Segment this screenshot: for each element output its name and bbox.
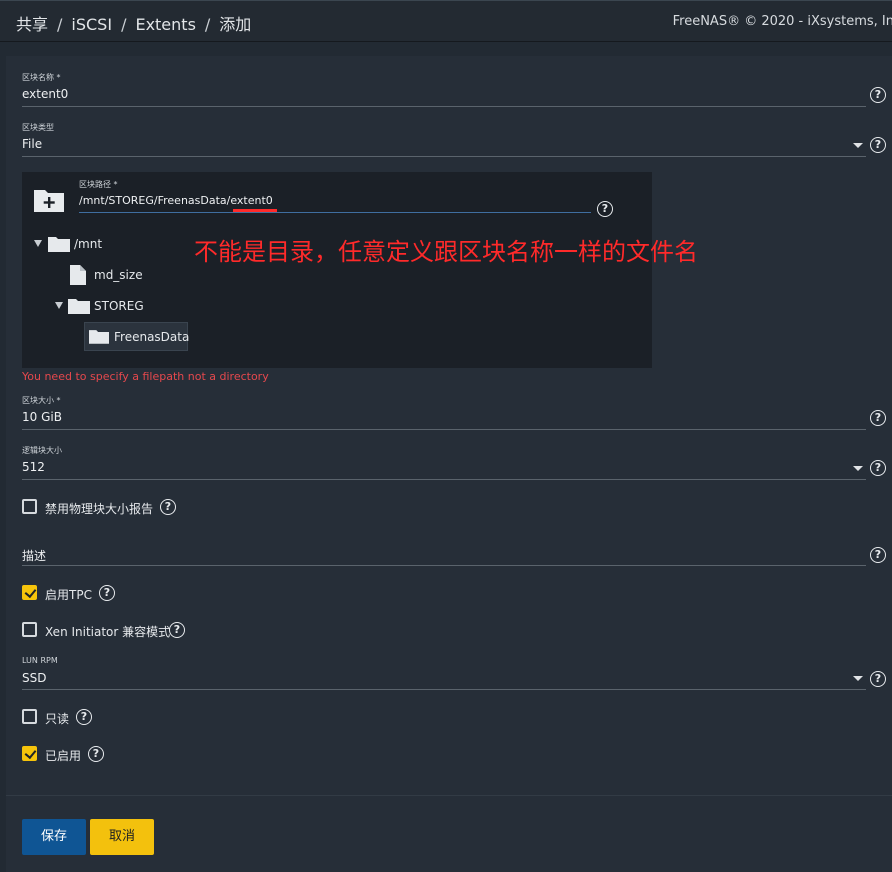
caret-down-icon[interactable] bbox=[853, 143, 863, 148]
breadcrumb: 共享 / iSCSI / Extents / 添加 bbox=[16, 11, 251, 35]
tree-node-mnt[interactable]: /mnt bbox=[74, 237, 102, 251]
breadcrumb-item-sharing[interactable]: 共享 bbox=[16, 15, 48, 34]
breadcrumb-item-add: 添加 bbox=[219, 15, 252, 34]
breadcrumb-separator: / bbox=[204, 15, 211, 34]
folder-plus-icon[interactable] bbox=[33, 187, 65, 213]
question-circle-icon[interactable]: ? bbox=[169, 622, 185, 638]
question-circle-icon[interactable]: ? bbox=[99, 585, 115, 601]
extent-size-underline bbox=[22, 429, 866, 430]
enable-tpc-label: 启用TPC bbox=[45, 588, 92, 602]
logical-block-size-select[interactable]: 512 bbox=[22, 460, 45, 474]
caret-down-icon[interactable] bbox=[853, 676, 863, 681]
enable-tpc-checkbox[interactable] bbox=[22, 585, 37, 600]
extent-path-label: 区块路径 * bbox=[79, 180, 118, 189]
annotation-underline-mark bbox=[233, 209, 277, 212]
tree-node-md-size[interactable]: md_size bbox=[94, 268, 143, 282]
folder-icon bbox=[89, 330, 109, 344]
question-circle-icon[interactable]: ? bbox=[597, 201, 613, 217]
question-circle-icon[interactable]: ? bbox=[870, 87, 886, 103]
read-only-checkbox[interactable] bbox=[22, 709, 37, 724]
extent-name-underline bbox=[22, 106, 866, 107]
folder-icon bbox=[68, 299, 90, 314]
lun-rpm-underline bbox=[22, 689, 866, 690]
question-circle-icon[interactable]: ? bbox=[870, 671, 886, 687]
copyright-text[interactable]: FreeNAS® © 2020 - iXsystems, In bbox=[673, 14, 892, 29]
cancel-button[interactable]: 取消 bbox=[90, 819, 154, 855]
read-only-label: 只读 bbox=[45, 712, 70, 726]
caret-down-icon[interactable] bbox=[853, 466, 863, 471]
annotation-text: 不能是目录，任意定义跟区块名称一样的文件名 bbox=[194, 238, 698, 266]
breadcrumb-separator: / bbox=[121, 15, 127, 34]
lun-rpm-label: LUN RPM bbox=[22, 656, 58, 665]
extent-path-underline bbox=[79, 212, 591, 213]
extent-type-label: 区块类型 bbox=[22, 123, 54, 132]
footer-divider bbox=[6, 795, 892, 796]
file-icon bbox=[70, 265, 86, 285]
description-input[interactable]: 描述 bbox=[22, 547, 46, 564]
question-circle-icon[interactable]: ? bbox=[870, 137, 886, 153]
extent-path-input[interactable]: /mnt/STOREG/FreenasData/extent0 bbox=[79, 194, 273, 207]
question-circle-icon[interactable]: ? bbox=[870, 460, 886, 476]
path-error-message: You need to specify a filepath not a dir… bbox=[22, 370, 269, 383]
breadcrumb-separator: / bbox=[57, 15, 63, 34]
top-bar: 共享 / iSCSI / Extents / 添加 FreeNAS® © 2020 - iX… bbox=[0, 0, 892, 42]
question-circle-icon[interactable]: ? bbox=[76, 709, 92, 725]
question-circle-icon[interactable]: ? bbox=[160, 499, 176, 515]
tree-node-storeg[interactable]: STOREG bbox=[94, 299, 144, 313]
extent-size-input[interactable]: 10 GiB bbox=[22, 410, 62, 424]
extent-name-input[interactable]: extent0 bbox=[22, 87, 68, 101]
enabled-checkbox[interactable] bbox=[22, 746, 37, 761]
breadcrumb-item-extents[interactable]: Extents bbox=[135, 15, 195, 34]
extent-type-underline bbox=[22, 156, 866, 157]
folder-icon bbox=[48, 237, 70, 252]
xen-compat-checkbox[interactable] bbox=[22, 622, 37, 637]
question-circle-icon[interactable]: ? bbox=[870, 547, 886, 563]
lun-rpm-select[interactable]: SSD bbox=[22, 671, 46, 685]
extent-size-label: 区块大小 * bbox=[22, 396, 61, 405]
xen-compat-label: Xen Initiator 兼容模式 bbox=[45, 625, 171, 639]
save-button[interactable]: 保存 bbox=[22, 819, 86, 855]
logical-block-size-label: 逻辑块大小 bbox=[22, 446, 62, 455]
extent-type-select[interactable]: File bbox=[22, 137, 42, 151]
description-underline bbox=[22, 565, 866, 566]
tree-node-freenasdata-label: FreenasData bbox=[114, 330, 190, 344]
question-circle-icon[interactable]: ? bbox=[88, 746, 104, 762]
extent-name-label: 区块名称 * bbox=[22, 73, 61, 82]
triangle-down-icon[interactable] bbox=[34, 240, 42, 247]
logical-block-size-underline bbox=[22, 479, 866, 480]
disable-pblocksize-checkbox[interactable] bbox=[22, 499, 37, 514]
question-circle-icon[interactable]: ? bbox=[870, 410, 886, 426]
breadcrumb-item-iscsi[interactable]: iSCSI bbox=[71, 15, 112, 34]
disable-pblocksize-label: 禁用物理块大小报告 bbox=[45, 502, 154, 516]
enabled-label: 已启用 bbox=[45, 749, 82, 763]
triangle-down-icon[interactable] bbox=[55, 302, 63, 309]
